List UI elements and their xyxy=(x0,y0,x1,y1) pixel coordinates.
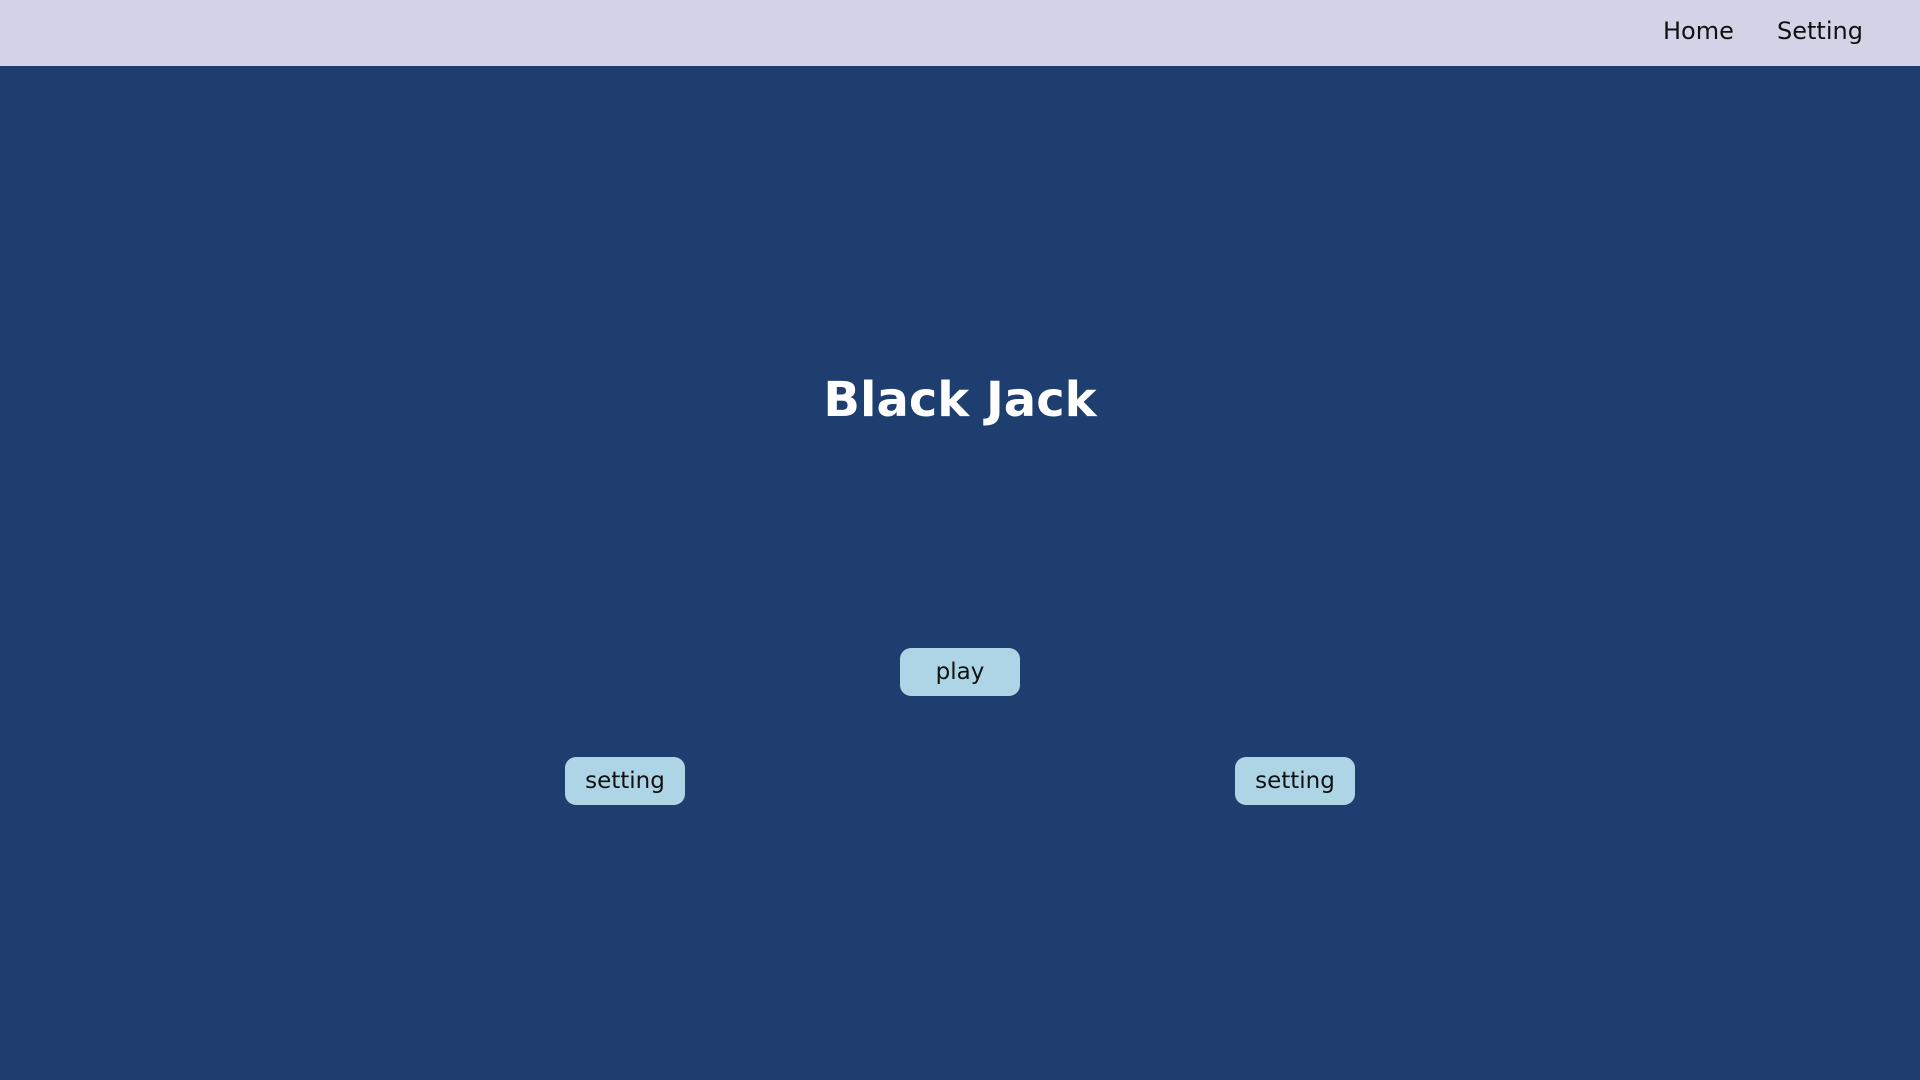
nav-home-link[interactable]: Home xyxy=(1663,0,1734,66)
setting-button-left[interactable]: setting xyxy=(565,757,685,805)
nav-setting-link[interactable]: Setting xyxy=(1777,0,1863,66)
top-nav-bar: Home Setting xyxy=(0,0,1920,66)
page-title: Black Jack xyxy=(823,372,1097,428)
setting-button-right[interactable]: setting xyxy=(1235,757,1355,805)
play-button[interactable]: play xyxy=(900,648,1020,696)
